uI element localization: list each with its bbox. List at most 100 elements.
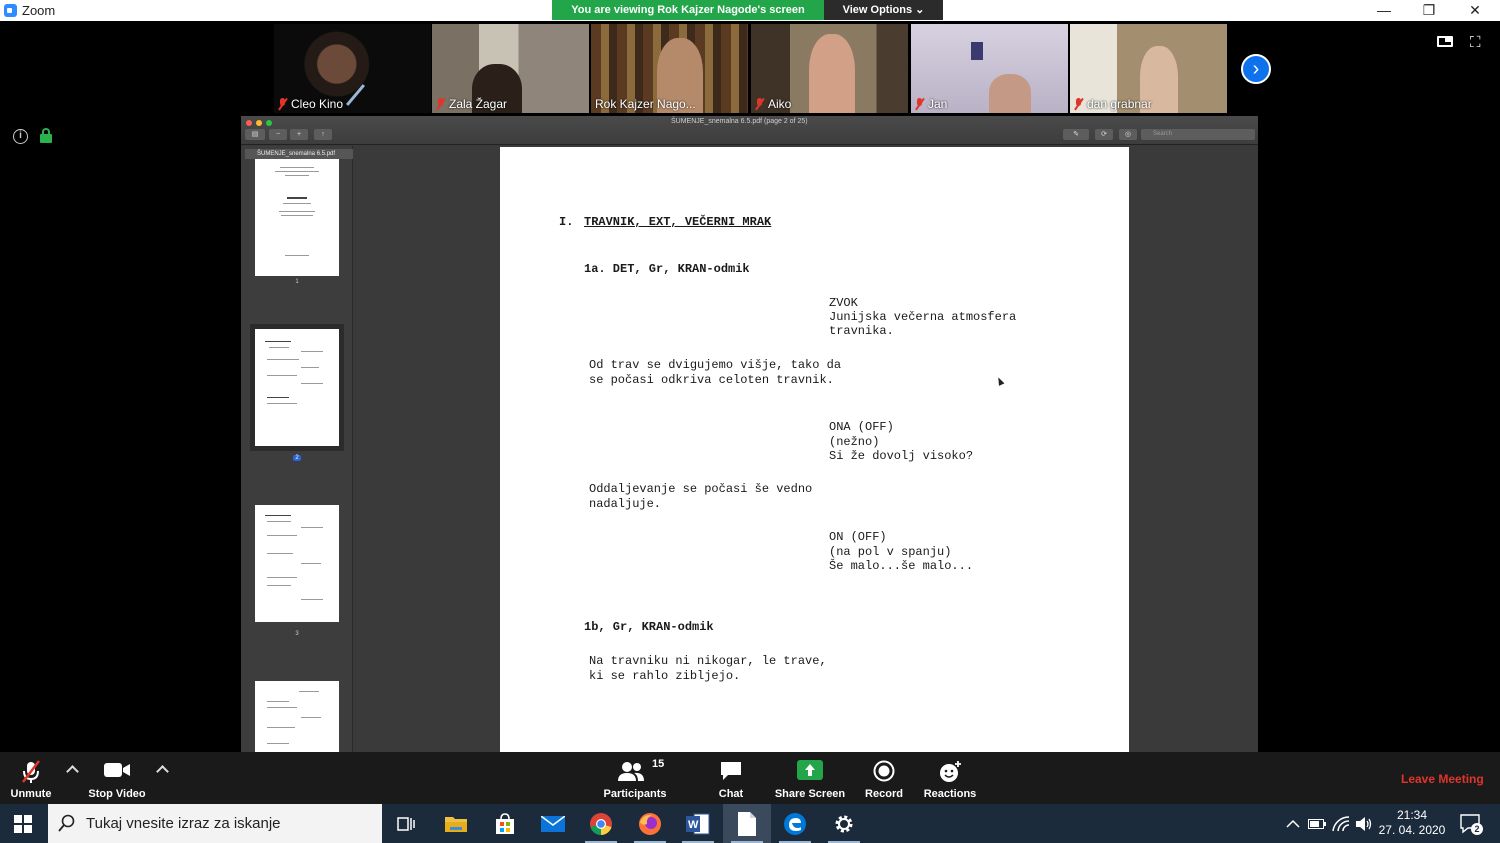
search-placeholder: Tukaj vnesite izraz za iskanje	[86, 815, 281, 832]
video-camera-icon	[104, 763, 130, 777]
audio-options-chevron-icon[interactable]	[66, 765, 79, 778]
pdf-document-title: ŠUMENJE_snemalna 6.5.pdf (page 2 of 25)	[671, 118, 808, 125]
action-line: Na travniku ni nikogar, le trave,	[589, 654, 827, 668]
stop-video-button[interactable]: Stop Video	[84, 752, 150, 804]
share-screen-icon	[797, 760, 823, 780]
pdf-search-field[interactable]: Search	[1141, 129, 1255, 140]
close-button[interactable]: ✕	[1452, 0, 1498, 21]
share-screen-label: Share Screen	[774, 788, 846, 800]
taskbar-app-edge[interactable]	[771, 804, 819, 843]
meeting-info-icon[interactable]: i	[13, 129, 28, 144]
speaker-view-button[interactable]	[1437, 34, 1455, 48]
unmute-button[interactable]: Unmute	[0, 752, 62, 804]
zoom-in-icon[interactable]: +	[290, 129, 308, 140]
taskbar-app-mail[interactable]	[529, 804, 577, 843]
character-cue: ON (OFF)	[829, 530, 887, 544]
mic-muted-icon	[278, 98, 287, 110]
chrome-icon	[590, 813, 612, 835]
share-icon[interactable]: ↑	[314, 129, 332, 140]
task-view-button[interactable]	[382, 804, 430, 843]
video-tile[interactable]: Zala Žagar	[432, 24, 589, 113]
pdf-page: I. TRAVNIK, EXT, VEČERNI MRAK 1a. DET, G…	[500, 147, 1129, 752]
taskbar-app-chrome[interactable]	[577, 804, 625, 843]
start-button[interactable]	[0, 804, 46, 843]
participant-name: Aiko	[768, 97, 792, 111]
clock-date: 27. 04. 2020	[1378, 823, 1446, 837]
participant-name-tag: Jan	[915, 97, 947, 111]
document-icon	[738, 812, 756, 836]
view-options-button[interactable]: View Options ⌄	[824, 0, 943, 20]
restore-button[interactable]: ❐	[1406, 0, 1452, 21]
participant-name: Jan	[928, 97, 948, 111]
meeting-controls-bar: Unmute Stop Video 15 Participants Chat S…	[0, 752, 1500, 804]
action-line: se počasi odkriva celoten travnik.	[589, 373, 834, 387]
viewing-screen-banner: You are viewing Rok Kajzer Nagode's scre…	[552, 0, 824, 20]
reactions-button[interactable]: Reactions	[922, 752, 978, 804]
video-tile[interactable]: Cleo Kino	[274, 24, 431, 113]
parenthetical: (nežno)	[829, 435, 880, 449]
taskbar-app-store[interactable]	[481, 804, 529, 843]
taskbar-app-firefox[interactable]	[626, 804, 674, 843]
next-participants-button[interactable]: ›	[1241, 54, 1271, 84]
mic-muted-icon	[755, 98, 764, 110]
participants-count: 15	[652, 758, 665, 770]
participants-button[interactable]: 15 Participants	[600, 752, 670, 804]
info-glyph: i	[19, 130, 22, 141]
participant-name-tag: Aiko	[755, 97, 791, 111]
clock-time: 21:34	[1396, 808, 1428, 822]
sidebar-file-label: ŠUMENJE_snemalna 6.5.pdf	[245, 149, 353, 159]
video-tile[interactable]: Jan	[911, 24, 1068, 113]
page-thumbnail[interactable]	[255, 159, 339, 276]
parenthetical: (na pol v spanju)	[829, 545, 952, 559]
pdf-toolbar: ŠUMENJE_snemalna 6.5.pdf (page 2 of 25) …	[241, 116, 1258, 145]
windows-taskbar: Tukaj vnesite izraz za iskanje W 21:34 2…	[0, 804, 1500, 843]
mac-zoom-icon[interactable]	[266, 120, 272, 126]
firefox-icon	[639, 813, 661, 835]
mic-muted-icon	[1074, 98, 1083, 110]
participant-name-tag: dan grabnar	[1074, 97, 1152, 111]
task-view-icon	[397, 817, 415, 831]
annotate-icon[interactable]: ◎	[1119, 129, 1137, 140]
taskbar-app-document-viewer[interactable]	[723, 804, 771, 843]
reactions-label: Reactions	[923, 788, 977, 800]
chevron-up-icon	[1286, 819, 1300, 828]
participants-label: Participants	[603, 788, 667, 800]
page-thumbnail[interactable]	[255, 681, 339, 752]
markup-icon[interactable]: ✎	[1063, 129, 1089, 140]
action-line: ki se rahlo zibljejo.	[589, 669, 741, 683]
taskbar-clock[interactable]: 21:34 27. 04. 2020	[1374, 808, 1450, 838]
chat-icon	[721, 762, 741, 780]
stop-video-label: Stop Video	[88, 788, 146, 800]
page-thumbnail[interactable]	[255, 505, 339, 622]
video-tile[interactable]: dan grabnar	[1070, 24, 1227, 113]
minimize-button[interactable]: —	[1361, 0, 1407, 21]
video-tile[interactable]: Aiko	[751, 24, 908, 113]
battery-icon	[1308, 819, 1326, 829]
chat-button[interactable]: Chat	[710, 752, 752, 804]
taskbar-app-settings[interactable]	[820, 804, 868, 843]
dialogue-line: travnika.	[829, 324, 894, 338]
page-thumbnail-selected[interactable]	[255, 329, 339, 446]
zoom-out-icon[interactable]: −	[269, 129, 287, 140]
character-cue: ZVOK	[829, 296, 858, 310]
video-tile-active-speaker[interactable]: Rok Kajzer Nago...	[591, 24, 748, 113]
scene-number: I.	[559, 215, 574, 229]
sidebar-toggle-icon[interactable]: ▤	[245, 129, 265, 140]
action-center-button[interactable]: 2	[1456, 804, 1486, 843]
taskbar-app-word[interactable]: W	[674, 804, 722, 843]
taskbar-app-file-explorer[interactable]	[432, 804, 480, 843]
encryption-lock-icon[interactable]	[40, 128, 52, 144]
video-options-chevron-icon[interactable]	[156, 765, 169, 778]
mac-close-icon[interactable]	[246, 120, 252, 126]
thumbnail-sidebar: ŠUMENJE_snemalna 6.5.pdf 1 2 3	[241, 146, 353, 752]
title-bar: Zoom You are viewing Rok Kajzer Nagode's…	[0, 0, 1500, 21]
participant-name: dan grabnar	[1087, 97, 1152, 111]
share-screen-button[interactable]: Share Screen	[774, 752, 846, 804]
rotate-icon[interactable]: ⟳	[1095, 129, 1113, 140]
taskbar-search-input[interactable]: Tukaj vnesite izraz za iskanje	[48, 804, 382, 843]
fullscreen-button[interactable]: ⛶	[1470, 34, 1488, 51]
leave-meeting-button[interactable]: Leave Meeting	[1401, 772, 1484, 786]
record-button[interactable]: Record	[862, 752, 906, 804]
mac-minimize-icon[interactable]	[256, 120, 262, 126]
windows-logo-icon	[14, 815, 32, 833]
